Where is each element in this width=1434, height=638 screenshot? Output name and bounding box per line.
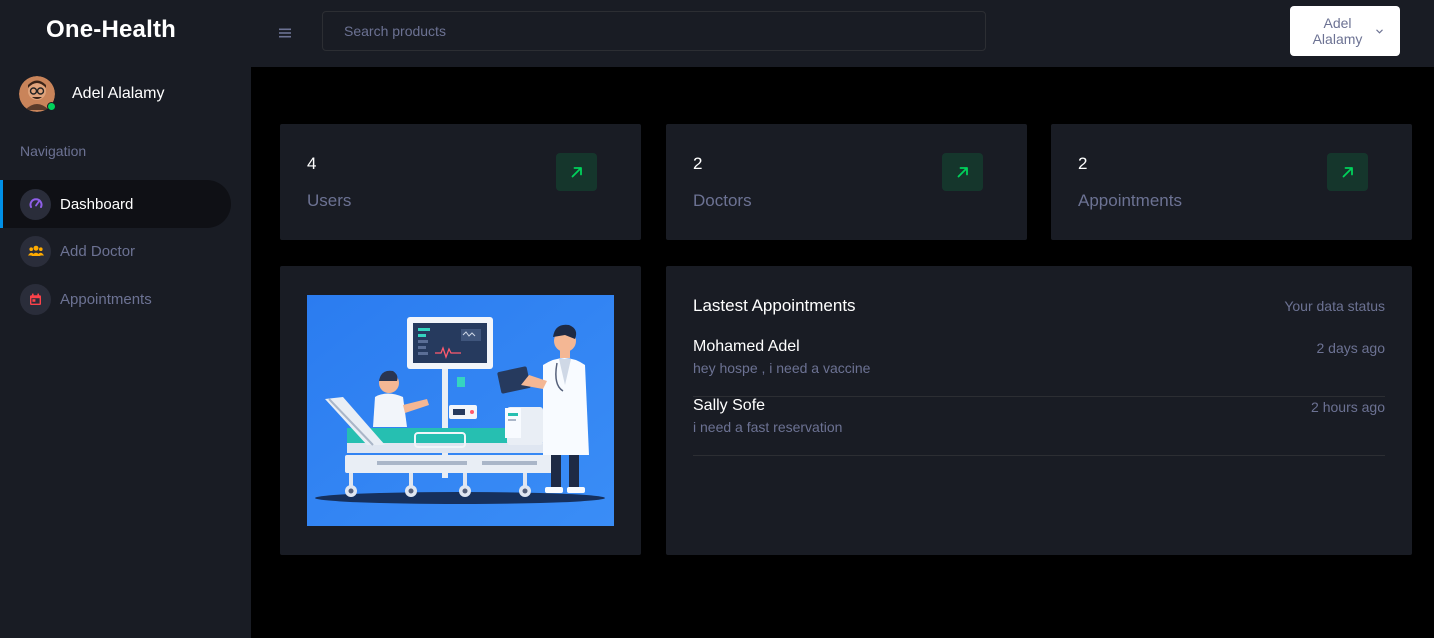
top-navbar: Adel Alalamy <box>251 0 1434 67</box>
list-item[interactable]: Mohamed Adel hey hospe , i need a vaccin… <box>693 338 1385 397</box>
stat-card-appointments: 2 Appointments <box>1051 124 1412 240</box>
sidebar-item-add-doctor[interactable]: Add Doctor <box>0 227 231 275</box>
stat-label: Users <box>307 191 352 210</box>
arrow-up-right-icon <box>556 153 597 191</box>
app-root: One-Health Adel Alalamy Navigation Dashb… <box>0 0 1434 638</box>
speedometer-icon <box>20 188 51 220</box>
appointment-message: i need a fast reservation <box>693 419 843 435</box>
latest-appointments-card: Lastest Appointments Your data status Mo… <box>666 266 1412 555</box>
calendar-icon <box>20 283 51 315</box>
sidebar-item-label: Add Doctor <box>60 242 136 260</box>
appointment-name: Sally Sofe <box>693 397 766 414</box>
appointment-name: Mohamed Adel <box>693 338 800 355</box>
stat-card-users: 4 Users <box>280 124 641 240</box>
sidebar-profile[interactable]: Adel Alalamy <box>19 76 165 112</box>
hospital-illustration <box>307 295 614 526</box>
sidebar-item-label: Appointments <box>60 290 152 308</box>
appointments-status-label: Your data status <box>1284 298 1385 314</box>
stat-label: Appointments <box>1078 191 1182 210</box>
user-menu-label-line1: Adel <box>1323 15 1352 31</box>
arrow-up-right-icon <box>1327 153 1368 191</box>
appointment-time: 2 days ago <box>1316 340 1386 356</box>
search-input[interactable] <box>322 11 986 51</box>
avatar <box>19 76 56 112</box>
sidebar-item-label: Dashboard <box>60 195 134 213</box>
stat-value: 4 <box>307 154 317 173</box>
stat-value: 2 <box>693 154 703 173</box>
list-item[interactable]: Sally Sofe i need a fast reservation 2 h… <box>693 397 1385 456</box>
user-menu-button[interactable]: Adel Alalamy <box>1290 6 1400 56</box>
arrow-up-right-icon <box>942 153 983 191</box>
chevron-down-icon <box>1375 26 1383 37</box>
brand-logo[interactable]: One-Health <box>46 16 176 44</box>
appointments-title: Lastest Appointments <box>693 296 856 315</box>
nav-heading: Navigation <box>20 143 87 159</box>
sidebar: One-Health Adel Alalamy Navigation Dashb… <box>0 0 251 638</box>
appointment-message: hey hospe , i need a vaccine <box>693 360 871 376</box>
hamburger-icon[interactable] <box>279 22 293 44</box>
user-menu-label-line2: Alalamy <box>1312 31 1363 47</box>
appointment-time: 2 hours ago <box>1311 399 1385 415</box>
users-icon <box>20 235 51 267</box>
stat-card-doctors: 2 Doctors <box>666 124 1027 240</box>
stat-label: Doctors <box>693 191 752 210</box>
user-menu-label: Adel Alalamy <box>1308 15 1368 47</box>
illustration-card <box>280 266 641 555</box>
online-status-dot <box>47 102 56 111</box>
sidebar-item-appointments[interactable]: Appointments <box>0 275 231 323</box>
profile-name: Adel Alalamy <box>72 85 165 102</box>
sidebar-item-dashboard[interactable]: Dashboard <box>0 180 231 228</box>
stat-value: 2 <box>1078 154 1088 173</box>
